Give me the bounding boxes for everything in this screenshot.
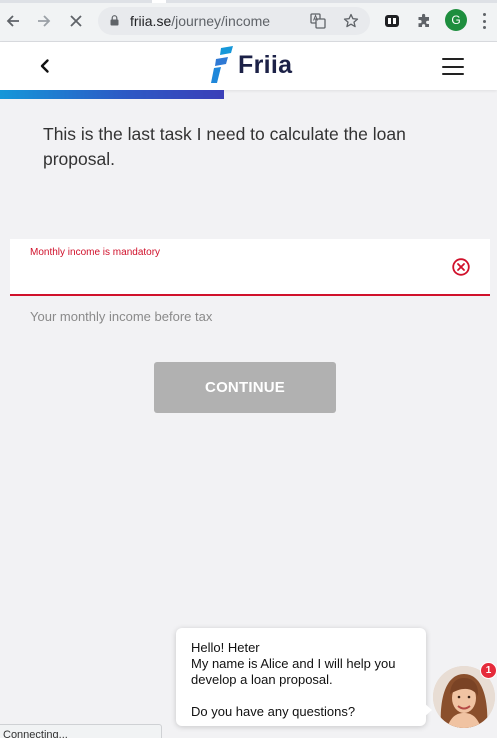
hamburger-menu-icon[interactable]: [442, 58, 464, 75]
url-host: friia.se: [130, 13, 172, 29]
monthly-income-field[interactable]: Monthly income is mandatory: [10, 239, 490, 296]
chat-greeting: Hello! Heter: [191, 640, 260, 655]
chat-question: Do you have any questions?: [191, 704, 356, 719]
back-chevron-icon[interactable]: [35, 56, 55, 76]
lock-icon[interactable]: [110, 15, 119, 26]
browser-status-bar: Connecting...: [0, 724, 162, 738]
tab-strip: [0, 0, 497, 3]
bookmark-star-icon[interactable]: [342, 12, 360, 30]
progress-bar: [0, 90, 497, 99]
extension-icon[interactable]: [382, 11, 402, 31]
logo-text: Friia: [238, 50, 293, 79]
monthly-income-input[interactable]: [30, 263, 430, 291]
site-header: Friia: [0, 42, 497, 90]
address-bar[interactable]: friia.se/journey/income: [98, 7, 370, 35]
browser-menu-icon[interactable]: [478, 11, 490, 31]
chat-message-bubble[interactable]: Hello! Heter My name is Alice and I will…: [176, 628, 426, 726]
helper-text: Your monthly income before tax: [30, 309, 213, 324]
error-label: Monthly income is mandatory: [30, 247, 161, 258]
url-text[interactable]: friia.se/journey/income: [130, 13, 270, 29]
stop-loading-icon[interactable]: [65, 10, 87, 32]
url-path: /journey/income: [171, 13, 271, 29]
chat-bubble-tail: [424, 703, 432, 717]
forward-arrow-icon[interactable]: [33, 10, 55, 32]
intro-text: This is the last task I need to calculat…: [43, 124, 406, 169]
browser-toolbar: friia.se/journey/income G: [0, 0, 497, 42]
chat-intro-line: My name is Alice and I will help you dev…: [191, 656, 396, 687]
continue-button[interactable]: CONTINUE: [154, 362, 336, 413]
notification-badge: 1: [480, 662, 497, 679]
back-arrow-icon[interactable]: [2, 10, 24, 32]
profile-avatar[interactable]: G: [445, 9, 467, 31]
error-clear-icon[interactable]: [451, 257, 471, 277]
active-tab[interactable]: [152, 0, 166, 3]
friia-mark-icon: [211, 46, 233, 83]
friia-logo[interactable]: Friia: [211, 45, 292, 85]
progress-fill: [0, 90, 224, 99]
translate-icon[interactable]: [309, 12, 327, 30]
puzzle-extensions-icon[interactable]: [414, 11, 434, 31]
